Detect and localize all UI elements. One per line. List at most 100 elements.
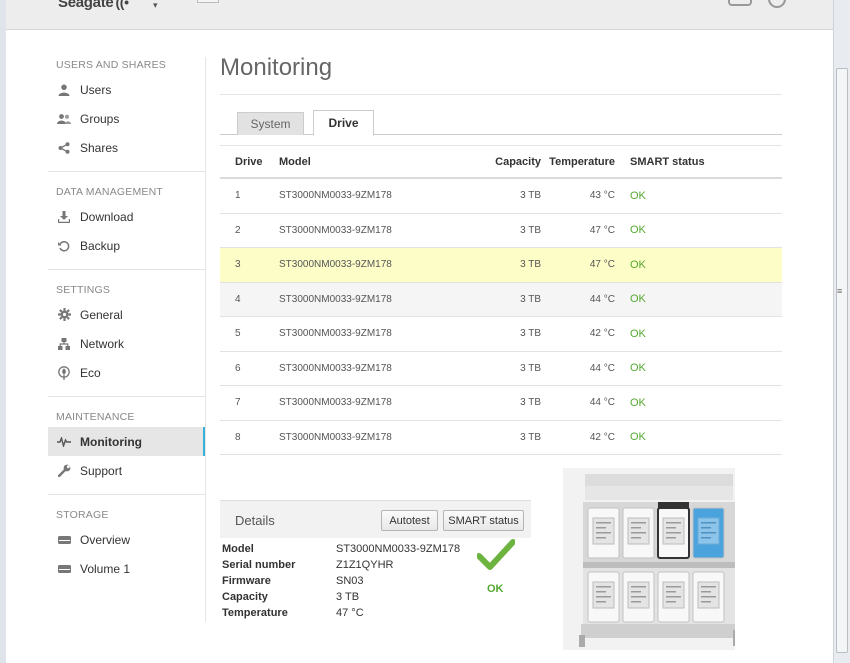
sidebar-item-label: Eco: [80, 365, 101, 380]
autotest-button[interactable]: Autotest: [381, 510, 438, 531]
sidebar-item-groups[interactable]: Groups: [48, 104, 205, 133]
cell-model: ST3000NM0033-9ZM178: [279, 190, 392, 202]
detail-value: ST3000NM0033-9ZM178: [336, 543, 461, 555]
drive-table: Drive Model Capacity Temperature SMART s…: [220, 145, 782, 455]
sidebar-item-overview[interactable]: Overview: [48, 525, 205, 554]
sidebar-item-label: General: [80, 307, 123, 322]
detail-row: Model ST3000NM0033-9ZM178: [222, 543, 472, 559]
enclosure-illustration: [563, 468, 735, 650]
detail-value: 47 °C: [336, 607, 364, 619]
tab-drive[interactable]: Drive: [313, 110, 374, 136]
sidebar-separator: [205, 57, 206, 622]
detail-row: Temperature 47 °C: [222, 607, 472, 623]
cell-model: ST3000NM0033-9ZM178: [279, 397, 392, 409]
drive-bay[interactable]: [657, 571, 690, 623]
table-row[interactable]: 5 ST3000NM0033-9ZM178 3 TB 42 °C OK: [220, 317, 782, 352]
table-row[interactable]: 2 ST3000NM0033-9ZM178 3 TB 47 °C OK: [220, 214, 782, 248]
table-row[interactable]: 6 ST3000NM0033-9ZM178 3 TB 44 °C OK: [220, 352, 782, 386]
sidebar-item-users[interactable]: Users: [48, 75, 205, 104]
cell-capacity: 3 TB: [520, 328, 541, 340]
sidebar-item-label: Monitoring: [80, 434, 142, 449]
table-row[interactable]: 8 ST3000NM0033-9ZM178 3 TB 42 °C OK: [220, 421, 782, 455]
column-header-temperature[interactable]: Temperature: [541, 156, 615, 168]
detail-key: Capacity: [222, 591, 268, 603]
cell-drive: 2: [235, 224, 241, 236]
drive-bay[interactable]: [622, 507, 655, 559]
cell-model: ST3000NM0033-9ZM178: [279, 362, 392, 374]
sidebar-item-shares[interactable]: Shares: [48, 133, 205, 162]
sidebar-item-label: Overview: [80, 532, 131, 547]
detail-row: Capacity 3 TB: [222, 591, 472, 607]
scrollbar[interactable]: ≡: [833, 0, 850, 663]
cell-capacity: 3 TB: [520, 397, 541, 409]
cell-smart-status: OK: [630, 396, 646, 409]
cell-temperature: 44 °C: [589, 293, 615, 305]
drive-bay[interactable]: [622, 571, 655, 623]
table-row[interactable]: 4 ST3000NM0033-9ZM178 3 TB 44 °C OK: [220, 282, 782, 317]
tab-system[interactable]: System: [237, 112, 304, 135]
cell-capacity: 3 TB: [520, 259, 541, 271]
sidebar-item-general[interactable]: General: [48, 300, 205, 329]
drive-bay[interactable]: [587, 507, 620, 559]
sidebar-item-label: Network: [80, 336, 125, 351]
cell-temperature: 42 °C: [589, 431, 615, 443]
smart-status-button[interactable]: SMART status: [443, 510, 524, 531]
sidebar-item-volume-1[interactable]: Volume 1: [48, 554, 205, 583]
cell-drive: 7: [235, 397, 241, 409]
sidebar-item-network[interactable]: Network: [48, 329, 205, 358]
drive-bay[interactable]: [692, 571, 725, 623]
sidebar-divider: [48, 269, 205, 270]
cell-temperature: 44 °C: [589, 397, 615, 409]
cell-temperature: 47 °C: [589, 259, 615, 271]
notifications-icon[interactable]: [728, 0, 752, 6]
drive-bay[interactable]: [657, 502, 690, 559]
column-header-capacity[interactable]: Capacity: [479, 156, 541, 168]
drive-bay[interactable]: [692, 507, 725, 559]
cell-drive: 8: [235, 431, 241, 443]
sidebar-item-label: Download: [80, 209, 134, 224]
sidebar-item-download[interactable]: Download: [48, 202, 205, 231]
column-header-model[interactable]: Model: [279, 156, 479, 168]
chevron-down-icon[interactable]: ▾: [153, 0, 158, 11]
cell-drive: 5: [235, 328, 241, 340]
column-header-smart-status[interactable]: SMART status: [615, 156, 765, 168]
sidebar-item-backup[interactable]: Backup: [48, 231, 205, 260]
table-body: 1 ST3000NM0033-9ZM178 3 TB 43 °C OK 2 ST3000NM…: [220, 179, 782, 455]
detail-value: SN03: [336, 575, 364, 587]
drive-bay[interactable]: [587, 571, 620, 623]
sidebar-item-support[interactable]: Support: [48, 456, 205, 485]
sidebar-item-monitoring[interactable]: Monitoring: [48, 427, 205, 456]
sidebar-section-title: SETTINGS: [56, 284, 111, 296]
eco-icon: [56, 365, 72, 381]
table-row[interactable]: 7 ST3000NM0033-9ZM178 3 TB 44 °C OK: [220, 386, 782, 421]
cell-drive: 3: [235, 259, 241, 271]
top-tab-edge: [197, 0, 219, 3]
sidebar-item-eco[interactable]: Eco: [48, 358, 205, 387]
table-row[interactable]: 3 ST3000NM0033-9ZM178 3 TB 47 °C OK: [220, 248, 782, 283]
help-icon[interactable]: [768, 0, 786, 8]
scrollbar-thumb[interactable]: [836, 68, 848, 653]
share-icon: [56, 140, 72, 156]
sidebar-section-title: STORAGE: [56, 509, 109, 521]
brand-logo[interactable]: Seagate ((•: [58, 0, 129, 11]
cell-model: ST3000NM0033-9ZM178: [279, 328, 392, 340]
gear-icon: [56, 307, 72, 323]
cell-smart-status: OK: [630, 362, 646, 375]
sidebar-section-title: DATA MANAGEMENT: [56, 186, 164, 198]
sidebar-section-title: MAINTENANCE: [56, 411, 135, 423]
top-bar: Seagate ((• ▾: [6, 0, 833, 30]
sidebar-item-label: Users: [80, 82, 112, 97]
detail-value: Z1Z1QYHR: [336, 559, 394, 571]
detail-key: Temperature: [222, 607, 288, 619]
table-row[interactable]: 1 ST3000NM0033-9ZM178 3 TB 43 °C OK: [220, 179, 782, 214]
details-fields: Model ST3000NM0033-9ZM178 Serial number Z1Z…: [222, 543, 472, 623]
sidebar-section-title: USERS AND SHARES: [56, 59, 166, 71]
column-header-drive[interactable]: Drive: [220, 156, 279, 168]
detail-row: Serial number Z1Z1QYHR: [222, 559, 472, 575]
disk-icon: [56, 561, 72, 577]
wrench-icon: [56, 463, 72, 479]
download-icon: [56, 209, 72, 225]
details-header: Details Autotest SMART status: [220, 500, 531, 538]
cell-drive: 1: [235, 190, 241, 202]
sidebar-item-label: Support: [80, 463, 123, 478]
